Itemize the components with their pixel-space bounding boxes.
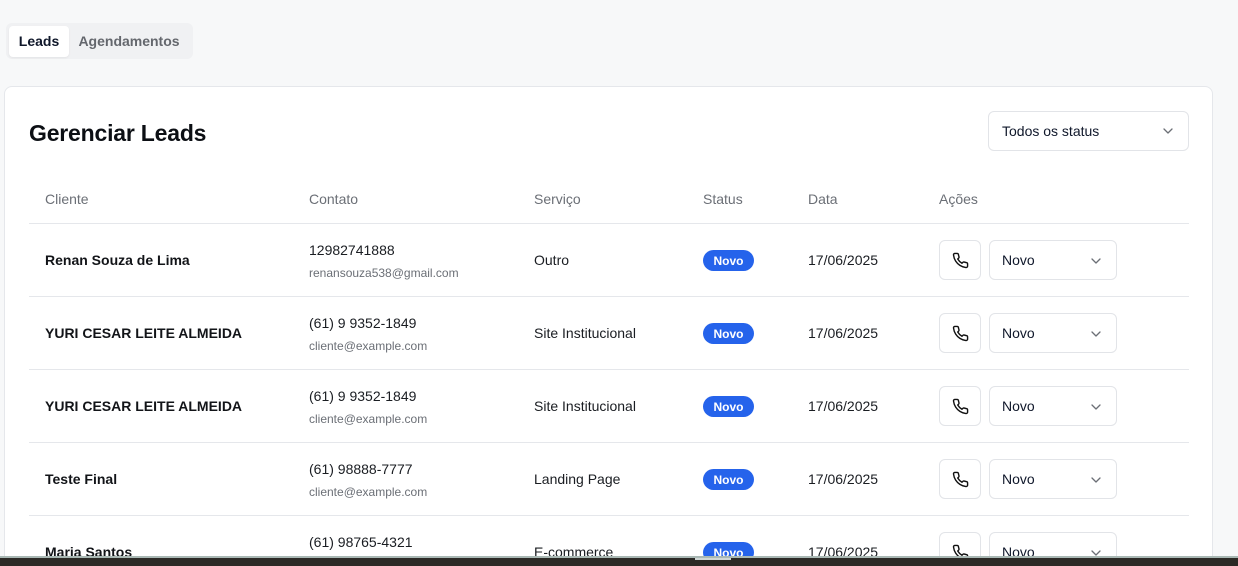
phone-icon: [952, 471, 969, 488]
status-filter-value: Todos os status: [1002, 123, 1100, 139]
service-type: Site Institucional: [534, 325, 636, 341]
contact-phone: (61) 98765-4321: [309, 534, 413, 550]
contact-email: cliente@example.com: [309, 485, 428, 499]
table-row: YURI CESAR LEITE ALMEIDA (61) 9 9352-1849…: [29, 370, 1189, 443]
client-name: YURI CESAR LEITE ALMEIDA: [45, 325, 243, 341]
taskbar-indicator: [695, 558, 731, 560]
table-header: Cliente Contato Serviço Status Data Açõe…: [29, 179, 1189, 224]
chevron-down-icon: [1091, 258, 1101, 264]
call-button[interactable]: [939, 459, 981, 499]
contact-phone: (61) 98888-7777: [309, 461, 413, 477]
header-data: Data: [808, 191, 838, 207]
chevron-down-icon: [1091, 477, 1101, 483]
service-type: Landing Page: [534, 471, 621, 487]
lead-date: 17/06/2025: [808, 325, 879, 341]
lead-date: 17/06/2025: [808, 252, 879, 268]
client-name: Teste Final: [45, 471, 118, 487]
call-button[interactable]: [939, 313, 981, 353]
client-name: Renan Souza de Lima: [45, 252, 190, 268]
chevron-down-icon: [1091, 331, 1101, 337]
service-type: Outro: [534, 252, 570, 268]
lead-status-value: Novo: [1002, 252, 1035, 268]
phone-icon: [952, 325, 969, 342]
phone-icon: [952, 252, 969, 269]
tab-leads[interactable]: Leads: [9, 25, 69, 57]
lead-date: 17/06/2025: [808, 398, 879, 414]
page-title: Gerenciar Leads: [29, 120, 207, 146]
lead-status-value: Novo: [1002, 325, 1035, 341]
lead-date: 17/06/2025: [808, 471, 879, 487]
contact-email: cliente@example.com: [309, 412, 428, 426]
tab-agendamentos[interactable]: Agendamentos: [69, 26, 189, 57]
contact-phone: (61) 9 9352-1849: [309, 388, 417, 404]
status-badge: Novo: [703, 250, 754, 271]
contact-email: cliente@example.com: [309, 339, 428, 353]
lead-status-select[interactable]: Novo: [989, 459, 1117, 499]
status-filter-select[interactable]: Todos os status: [988, 111, 1189, 151]
service-type: Site Institucional: [534, 398, 636, 414]
header-servico: Serviço: [534, 191, 581, 207]
chevron-down-icon: [1091, 404, 1101, 410]
chevron-down-icon: [1163, 128, 1173, 134]
header-contato: Contato: [309, 191, 359, 207]
call-button[interactable]: [939, 240, 981, 280]
table-row: Teste Final (61) 98888-7777 cliente@exampl…: [29, 443, 1189, 516]
phone-icon: [952, 398, 969, 415]
lead-status-select[interactable]: Novo: [989, 240, 1117, 280]
call-button[interactable]: [939, 386, 981, 426]
leads-card: Gerenciar Leads Todos os status Cliente …: [4, 86, 1213, 566]
header-cliente: Cliente: [45, 191, 89, 207]
contact-phone: 12982741888: [309, 242, 395, 258]
lead-status-value: Novo: [1002, 471, 1035, 487]
lead-status-select[interactable]: Novo: [989, 313, 1117, 353]
lead-status-value: Novo: [1002, 398, 1035, 414]
header-status: Status: [703, 191, 743, 207]
contact-phone: (61) 9 9352-1849: [309, 315, 417, 331]
header-acoes: Ações: [939, 191, 978, 207]
tab-list: Leads Agendamentos: [6, 23, 193, 59]
lead-status-select[interactable]: Novo: [989, 386, 1117, 426]
table-row: YURI CESAR LEITE ALMEIDA (61) 9 9352-1849…: [29, 297, 1189, 370]
status-badge: Novo: [703, 469, 754, 490]
status-badge: Novo: [703, 323, 754, 344]
table-row: Renan Souza de Lima 12982741888 renansouza…: [29, 224, 1189, 297]
status-badge: Novo: [703, 396, 754, 417]
client-name: YURI CESAR LEITE ALMEIDA: [45, 398, 243, 414]
taskbar: [0, 556, 1238, 566]
contact-email: renansouza538@gmail.com: [309, 266, 459, 280]
